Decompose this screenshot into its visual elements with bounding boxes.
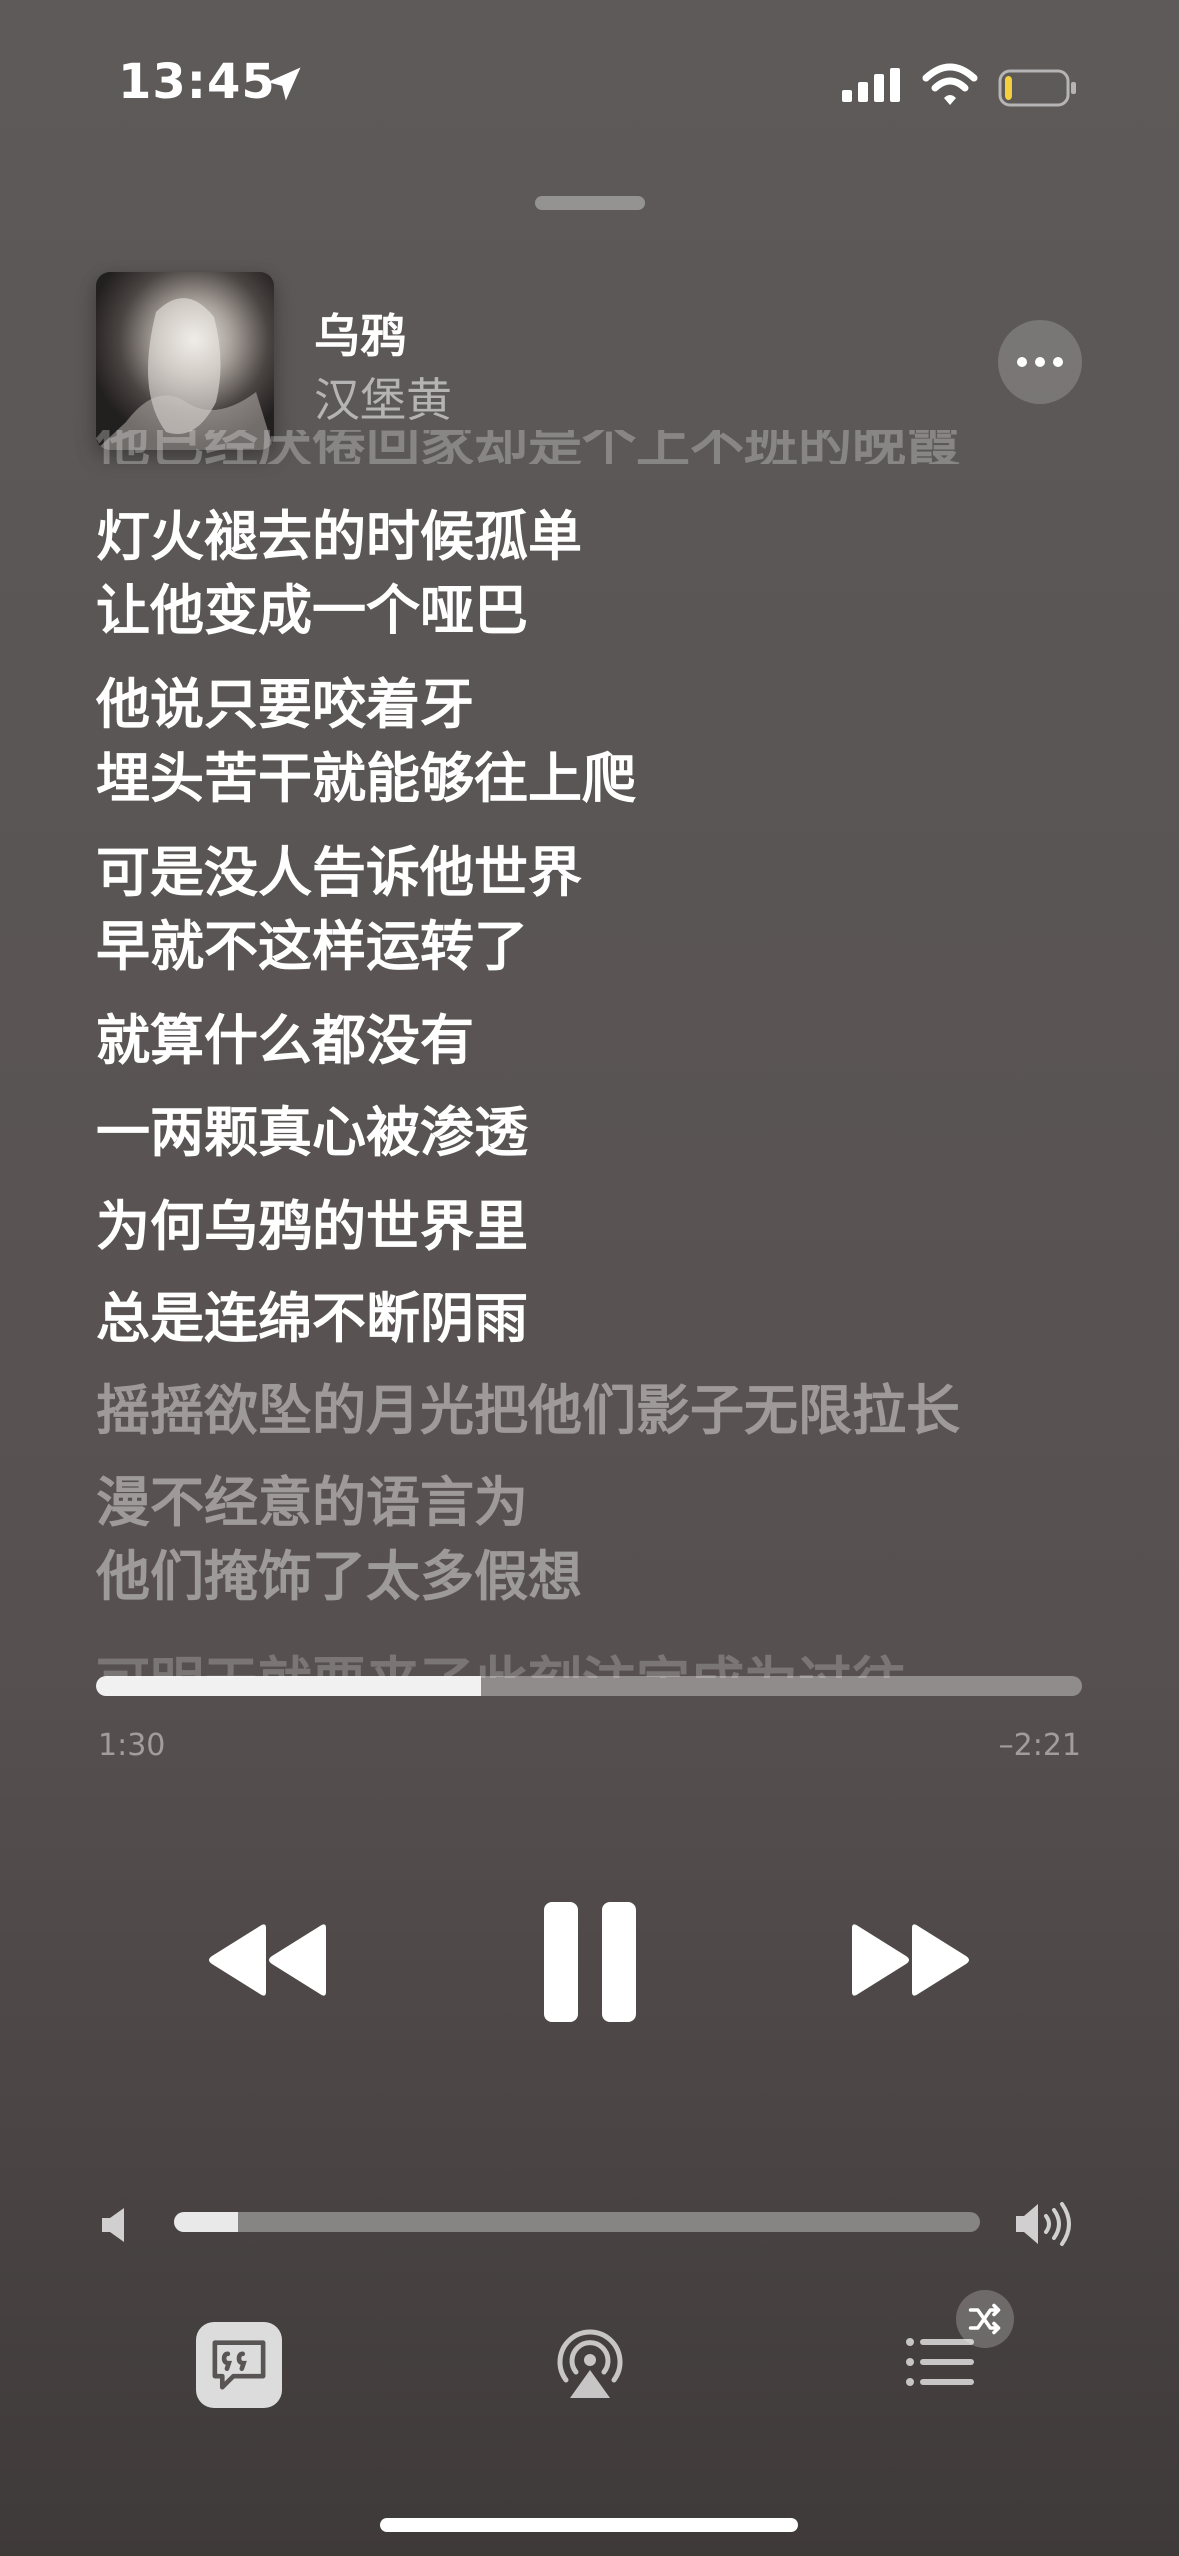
lyric-line[interactable]: 一两颗真心被渗透 (96, 1096, 528, 1170)
pause-button[interactable] (540, 1900, 640, 2024)
lyric-line[interactable]: 可是没人告诉他世界 (96, 836, 582, 910)
ellipsis-icon (1017, 357, 1063, 367)
volume-min-icon (102, 2208, 124, 2242)
wifi-icon (922, 63, 978, 105)
airplay-button[interactable] (552, 2326, 628, 2402)
lyrics-button[interactable] (196, 2322, 282, 2408)
more-options-button[interactable] (998, 320, 1082, 404)
playback-progress-fill (96, 1676, 481, 1696)
lyric-line[interactable]: 早就不这样运转了 (96, 910, 528, 984)
lyric-text-partial-top: 他已经厌倦回家却是个上不班的晚霞 (96, 430, 960, 464)
playback-scrubber[interactable] (96, 1676, 1082, 1696)
queue-list-icon (906, 2338, 974, 2386)
lyric-line[interactable]: 总是连绵不断阴雨 (96, 1282, 528, 1356)
volume-max-icon (1016, 2202, 1071, 2246)
fast-forward-icon (852, 1924, 969, 1996)
pause-icon (544, 1902, 636, 2022)
lyrics-quote-icon (212, 2340, 266, 2390)
time-elapsed: 1:30 (98, 1728, 166, 1763)
lyric-line[interactable]: 摇摇欲坠的月光把他们影子无限拉长 (96, 1374, 960, 1448)
lyric-line-partial-top[interactable]: 他已经厌倦回家却是个上不班的晚霞 (96, 430, 1096, 464)
album-artwork-image (96, 272, 274, 450)
volume-slider-fill (174, 2212, 239, 2232)
lyric-line[interactable]: 他们掩饰了太多假想 (96, 1540, 582, 1614)
lyric-line[interactable]: 就算什么都没有 (96, 1004, 474, 1078)
lyric-line[interactable]: 灯火褪去的时候孤单 (96, 500, 582, 574)
battery-icon (998, 69, 1076, 107)
album-artwork[interactable] (96, 272, 274, 450)
lyric-text-partial-bottom: 可明天就要来了此刻注定成为过往 (96, 1638, 906, 1678)
lyric-line[interactable]: 为何乌鸦的世界里 (96, 1190, 528, 1264)
rewind-icon (209, 1924, 326, 1996)
airplay-icon (557, 2329, 623, 2398)
lyric-line[interactable]: 漫不经意的语言为 (96, 1466, 528, 1540)
volume-slider[interactable] (174, 2212, 980, 2232)
rewind-button[interactable] (206, 1920, 330, 2000)
shuffle-icon (968, 2303, 1001, 2335)
status-time: 13:45 (118, 54, 276, 110)
lyric-line-partial-bottom[interactable]: 可明天就要来了此刻注定成为过往 (96, 1632, 1096, 1678)
song-artist[interactable]: 汉堡黄 (314, 364, 452, 430)
lyric-line[interactable]: 让他变成一个哑巴 (96, 574, 528, 648)
sheet-grabber[interactable] (535, 196, 645, 210)
lyric-line[interactable]: 埋头苦干就能够往上爬 (96, 742, 636, 816)
song-title[interactable]: 乌鸦 (314, 300, 406, 366)
cellular-signal-icon (842, 68, 900, 102)
shuffle-badge[interactable] (956, 2290, 1014, 2348)
lyric-line[interactable]: 他说只要咬着牙 (96, 668, 474, 742)
status-bar: 13:45 (0, 0, 1179, 150)
fast-forward-button[interactable] (848, 1920, 972, 2000)
location-arrow-icon (267, 67, 301, 101)
time-remaining: –2:21 (998, 1728, 1081, 1763)
home-indicator[interactable] (380, 2518, 798, 2532)
